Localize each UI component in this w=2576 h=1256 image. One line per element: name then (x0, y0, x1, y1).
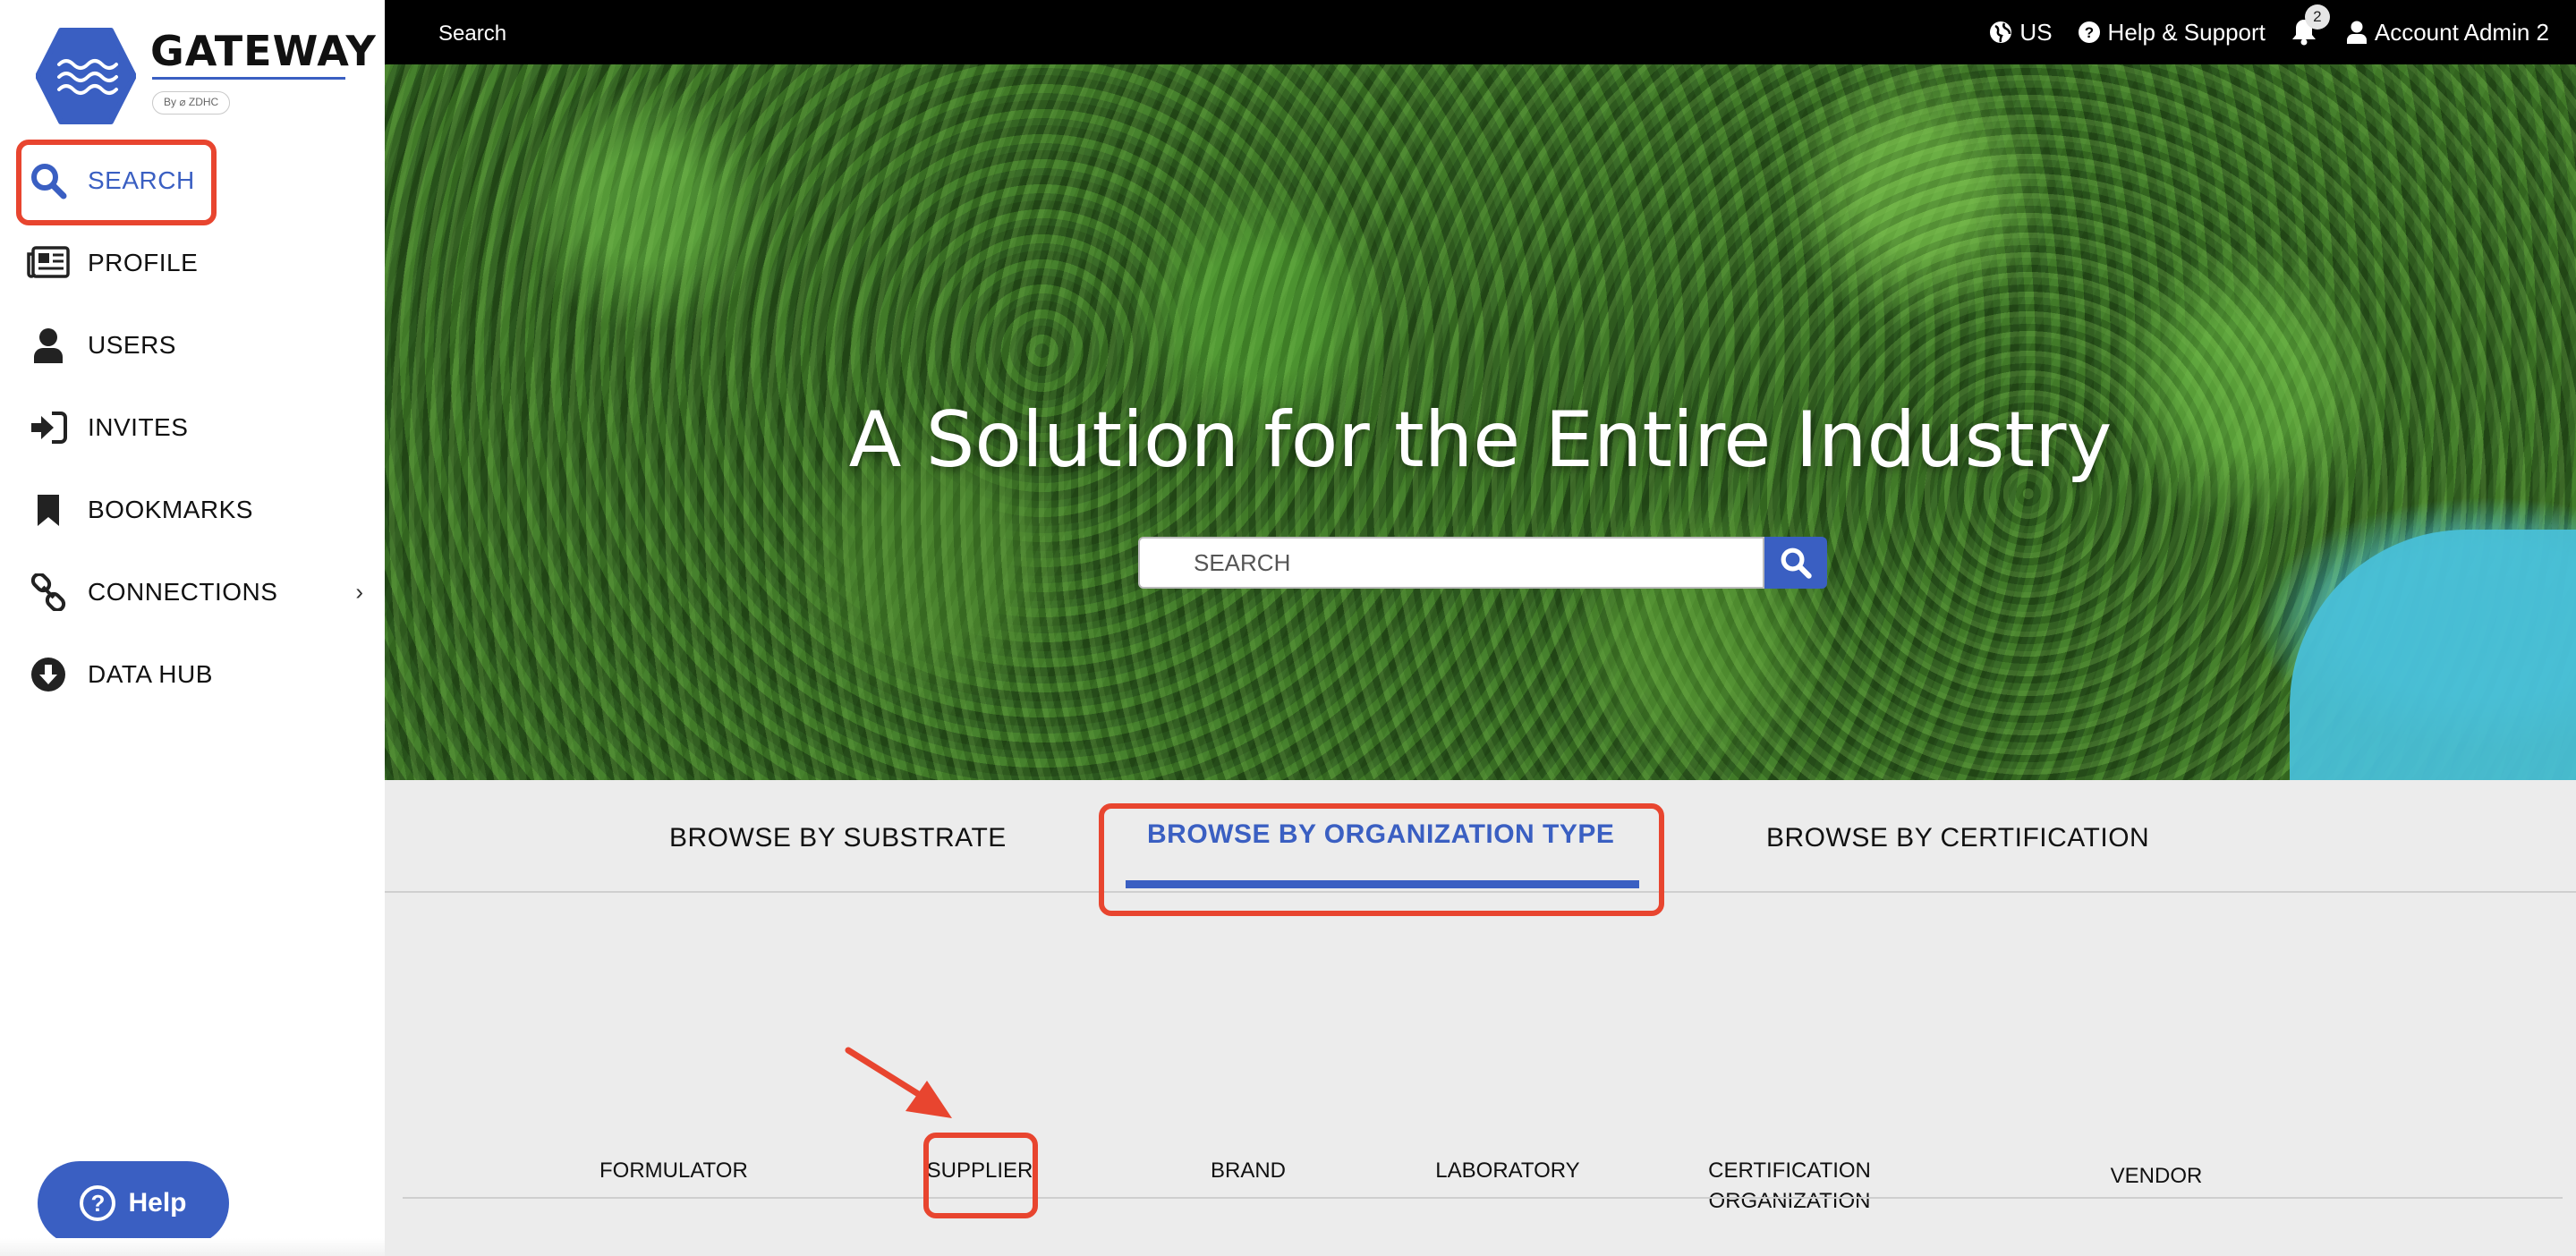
browse-section: BROWSE BY SUBSTRATE BROWSE BY ORGANIZATI… (385, 780, 2576, 1256)
tabs-divider (385, 891, 2576, 893)
brand-name: GATEWAY (150, 27, 377, 75)
sidebar-item-connections[interactable]: CONNECTIONS › (0, 560, 385, 624)
brand-byline: By ⌀ ZDHC (152, 91, 231, 115)
question-circle-icon: ? (2078, 21, 2100, 43)
sidebar-item-search[interactable]: SEARCH (0, 149, 385, 213)
org-type-label: CERTIFICATION (1708, 1158, 1871, 1183)
user-icon (25, 326, 72, 365)
globe-icon (1990, 21, 2012, 43)
sidebar-item-profile[interactable]: PROFILE (0, 231, 385, 295)
org-type-label: ORGANIZATION (1708, 1189, 1871, 1213)
search-icon (25, 161, 72, 200)
sidebar-item-data-hub[interactable]: DATA HUB (0, 642, 385, 707)
active-tab-underline (1126, 880, 1639, 888)
help-button-label: Help (128, 1188, 187, 1218)
org-type-laboratory[interactable]: LABORATORY (1432, 1156, 1584, 1186)
notifications-button[interactable]: 2 (2291, 4, 2330, 47)
org-type-brand[interactable]: BRAND (1190, 1156, 1306, 1186)
chevron-right-icon[interactable]: › (355, 579, 363, 607)
sidebar-item-label: PROFILE (88, 249, 199, 276)
brand-underline (152, 77, 345, 80)
waves-hexagon-icon (36, 28, 136, 124)
notification-badge: 2 (2304, 4, 2330, 30)
help-support-link[interactable]: ? Help & Support (2078, 19, 2266, 47)
sidebar-item-label: DATA HUB (88, 660, 213, 688)
sidebar-item-label: SEARCH (88, 166, 195, 194)
sidebar-item-users[interactable]: USERS (0, 313, 385, 378)
sidebar-item-label: INVITES (88, 413, 189, 441)
tab-browse-by-organization-type[interactable]: BROWSE BY ORGANIZATION TYPE (1147, 819, 1614, 850)
sidebar: GATEWAY By ⌀ ZDHC SEARCH PROFILE USERS I… (0, 0, 385, 1256)
region-label: US (2019, 18, 2053, 46)
org-type-supplier[interactable]: SUPPLIER (922, 1156, 1038, 1186)
page-title: Search (438, 21, 507, 46)
hero-search (1138, 537, 1827, 589)
download-circle-icon (25, 655, 72, 694)
org-type-certification-organization[interactable]: CERTIFICATION ORGANIZATION (1700, 1156, 1879, 1217)
account-menu[interactable]: Account Admin 2 (2346, 19, 2549, 47)
search-input[interactable] (1138, 537, 1764, 589)
hero-title: A Solution for the Entire Industry (848, 395, 2113, 485)
sidebar-item-bookmarks[interactable]: BOOKMARKS (0, 478, 385, 542)
gateway-logo[interactable]: GATEWAY By ⌀ ZDHC (36, 27, 376, 125)
hero-banner: A Solution for the Entire Industry (385, 64, 2576, 780)
account-label: Account Admin 2 (2374, 18, 2549, 46)
sidebar-item-label: USERS (88, 331, 176, 359)
top-bar: Search US ? Help & Support 2 Account Adm… (385, 0, 2576, 64)
svg-text:?: ? (2084, 24, 2093, 41)
newspaper-icon (25, 243, 72, 283)
sidebar-bottom-shade (0, 1238, 385, 1256)
sign-in-icon (25, 408, 72, 447)
link-icon (25, 573, 72, 612)
org-types-divider (403, 1197, 2563, 1199)
top-bar-actions: US ? Help & Support 2 Account Admin 2 (1989, 0, 2549, 64)
search-button[interactable] (1764, 537, 1827, 589)
help-support-label: Help & Support (2107, 18, 2266, 46)
org-type-formulator[interactable]: FORMULATOR (599, 1156, 748, 1186)
bookmark-icon (25, 490, 72, 530)
org-type-vendor[interactable]: VENDOR (2103, 1161, 2210, 1192)
sidebar-item-label: BOOKMARKS (88, 496, 253, 523)
sidebar-item-invites[interactable]: INVITES (0, 395, 385, 460)
tab-browse-by-certification[interactable]: BROWSE BY CERTIFICATION (1766, 823, 2149, 853)
region-selector[interactable]: US (1989, 18, 2053, 47)
help-button[interactable]: ? Help (38, 1161, 229, 1245)
tab-browse-by-substrate[interactable]: BROWSE BY SUBSTRATE (669, 823, 1007, 853)
search-icon (1781, 547, 1812, 579)
question-circle-icon: ? (80, 1185, 116, 1221)
sidebar-item-label: CONNECTIONS (88, 578, 278, 606)
user-icon (2346, 21, 2367, 44)
